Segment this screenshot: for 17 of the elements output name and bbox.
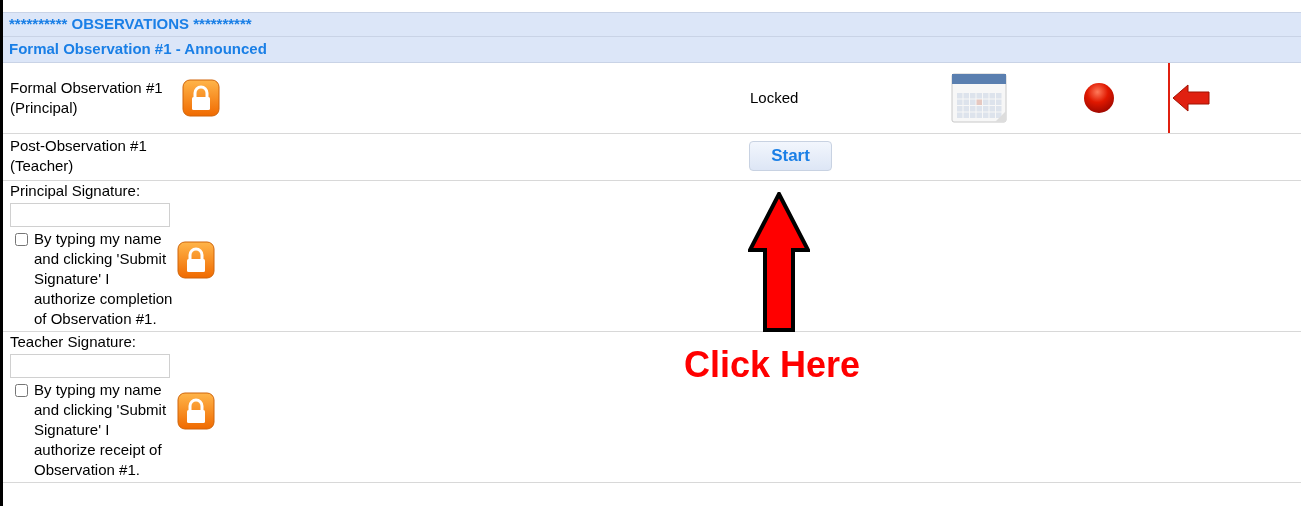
section-header: ********** OBSERVATIONS ********** [3,12,1301,37]
signature-label: Principal Signature: [10,181,142,201]
status-text: Locked [749,87,800,108]
agreement-text: By typing my name and clicking 'Submit Signature' I authorize receipt of Observation #1. [34,380,168,480]
agreement-checkbox[interactable] [15,233,28,246]
agreement-checkbox[interactable] [15,384,28,397]
signature-field[interactable] [10,354,170,378]
status-dot-icon [1083,82,1115,114]
agreement-text: By typing my name and clicking 'Submit Signature' I authorize completion of Observation #1. [34,229,174,329]
signature-field[interactable] [10,203,170,227]
annotation-text: Click Here [684,344,861,386]
row-label: Post-Observation #1 (Teacher) [9,136,148,176]
calendar-icon[interactable] [951,73,1007,123]
subsection-header: Formal Observation #1 - Announced [3,37,1301,63]
start-button[interactable]: Start [749,141,832,171]
signature-label: Teacher Signature: [10,332,137,352]
row-label: Formal Observation #1 (Principal) [9,78,164,118]
